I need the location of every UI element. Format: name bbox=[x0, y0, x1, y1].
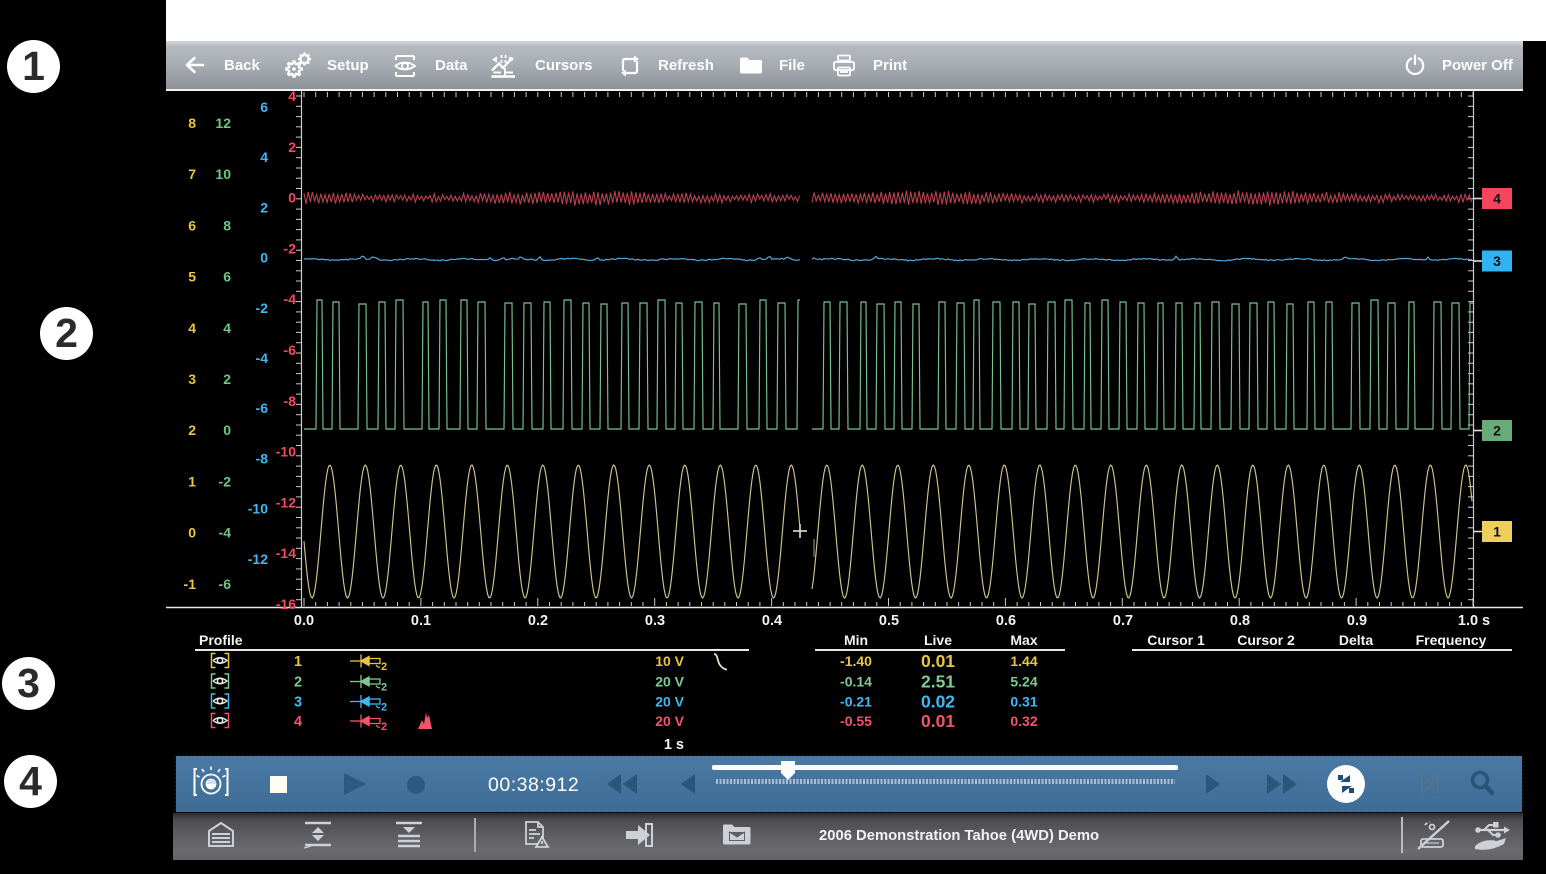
svg-text:-2: -2 bbox=[256, 300, 269, 316]
svg-text:4: 4 bbox=[1493, 191, 1501, 207]
svg-text:Cursor 1: Cursor 1 bbox=[1147, 632, 1205, 648]
svg-text:6: 6 bbox=[260, 99, 268, 115]
svg-text:4: 4 bbox=[260, 149, 268, 165]
svg-text:7: 7 bbox=[188, 166, 196, 182]
svg-text:-4: -4 bbox=[284, 291, 297, 307]
svg-text:0.2: 0.2 bbox=[528, 613, 548, 629]
svg-text:0: 0 bbox=[188, 525, 196, 541]
svg-text:-8: -8 bbox=[256, 450, 269, 466]
svg-text:-12: -12 bbox=[248, 551, 268, 567]
svg-text:4: 4 bbox=[288, 91, 296, 104]
svg-text:-6: -6 bbox=[284, 342, 297, 358]
svg-text:-0.14: -0.14 bbox=[840, 674, 872, 690]
svg-text:Min: Min bbox=[844, 632, 868, 648]
svg-text:12: 12 bbox=[215, 115, 231, 131]
svg-text:0.3: 0.3 bbox=[645, 613, 665, 629]
svg-text:-2: -2 bbox=[219, 473, 232, 489]
svg-text:0.32: 0.32 bbox=[1010, 713, 1037, 729]
svg-text:0: 0 bbox=[260, 250, 268, 266]
svg-text:-8: -8 bbox=[284, 393, 297, 409]
svg-text:2: 2 bbox=[223, 371, 231, 387]
svg-text:-0.21: -0.21 bbox=[840, 694, 872, 710]
svg-text:2: 2 bbox=[260, 199, 268, 215]
svg-text:-4: -4 bbox=[256, 350, 269, 366]
svg-text:0.0: 0.0 bbox=[294, 613, 314, 629]
svg-text:-2: -2 bbox=[284, 240, 297, 256]
svg-text:2: 2 bbox=[188, 422, 196, 438]
svg-text:5: 5 bbox=[188, 269, 196, 285]
svg-text:10 V: 10 V bbox=[655, 653, 684, 669]
svg-text:8: 8 bbox=[223, 217, 231, 233]
svg-text:-12: -12 bbox=[276, 494, 296, 510]
svg-text:-1: -1 bbox=[184, 576, 197, 592]
svg-text:3: 3 bbox=[188, 371, 196, 387]
svg-text:Delta: Delta bbox=[1339, 632, 1373, 648]
svg-text:0.1: 0.1 bbox=[411, 613, 431, 629]
svg-text:0: 0 bbox=[288, 190, 296, 206]
svg-text:4: 4 bbox=[223, 320, 231, 336]
svg-text:-1.40: -1.40 bbox=[840, 653, 872, 669]
svg-text:1: 1 bbox=[1493, 524, 1501, 540]
svg-text:2: 2 bbox=[1493, 423, 1501, 439]
svg-text:6: 6 bbox=[188, 217, 196, 233]
svg-text:-4: -4 bbox=[219, 525, 232, 541]
svg-text:1.44: 1.44 bbox=[1010, 653, 1037, 669]
svg-text:5.24: 5.24 bbox=[1010, 674, 1037, 690]
svg-text:0.4: 0.4 bbox=[762, 613, 782, 629]
svg-text:Max: Max bbox=[1010, 632, 1037, 648]
svg-text:0.5: 0.5 bbox=[879, 613, 899, 629]
svg-text:0: 0 bbox=[223, 422, 231, 438]
svg-text:0.7: 0.7 bbox=[1113, 613, 1133, 629]
svg-text:2: 2 bbox=[381, 682, 387, 694]
svg-text:0.6: 0.6 bbox=[996, 613, 1016, 629]
svg-text:-10: -10 bbox=[248, 501, 268, 517]
svg-text:Frequency: Frequency bbox=[1416, 632, 1487, 648]
svg-text:4: 4 bbox=[294, 714, 302, 730]
svg-text:-16: -16 bbox=[276, 596, 296, 612]
svg-text:1 s: 1 s bbox=[664, 737, 684, 753]
svg-text:1: 1 bbox=[294, 654, 302, 670]
svg-text:Live: Live bbox=[924, 632, 952, 648]
svg-text:10: 10 bbox=[215, 166, 231, 182]
svg-text:-6: -6 bbox=[219, 576, 232, 592]
svg-text:6: 6 bbox=[223, 269, 231, 285]
svg-text:0.8: 0.8 bbox=[1230, 613, 1250, 629]
svg-text:-10: -10 bbox=[276, 444, 296, 460]
svg-text:0.9: 0.9 bbox=[1347, 613, 1367, 629]
svg-text:2.51: 2.51 bbox=[921, 672, 955, 692]
svg-text:0.01: 0.01 bbox=[921, 651, 955, 671]
svg-text:2: 2 bbox=[381, 661, 387, 673]
svg-text:2: 2 bbox=[294, 675, 302, 691]
svg-text:4: 4 bbox=[188, 320, 196, 336]
svg-text:3: 3 bbox=[294, 695, 302, 711]
svg-text:2: 2 bbox=[381, 721, 387, 733]
svg-text:0.31: 0.31 bbox=[1010, 694, 1037, 710]
svg-text:0.01: 0.01 bbox=[921, 711, 955, 731]
svg-text:1: 1 bbox=[188, 473, 196, 489]
svg-text:3: 3 bbox=[1493, 253, 1501, 269]
svg-text:8: 8 bbox=[188, 115, 196, 131]
svg-text:-14: -14 bbox=[276, 545, 296, 561]
svg-text:2: 2 bbox=[288, 139, 296, 155]
svg-text:Profile: Profile bbox=[199, 632, 243, 648]
svg-text:20 V: 20 V bbox=[655, 694, 684, 710]
svg-text:-0.55: -0.55 bbox=[840, 713, 872, 729]
svg-text:-6: -6 bbox=[256, 400, 269, 416]
svg-text:2: 2 bbox=[381, 702, 387, 714]
svg-text:1.0 s: 1.0 s bbox=[1458, 613, 1490, 629]
svg-text:Cursor 2: Cursor 2 bbox=[1237, 632, 1295, 648]
svg-text:20 V: 20 V bbox=[655, 713, 684, 729]
svg-text:0.02: 0.02 bbox=[921, 692, 955, 712]
svg-text:20 V: 20 V bbox=[655, 674, 684, 690]
